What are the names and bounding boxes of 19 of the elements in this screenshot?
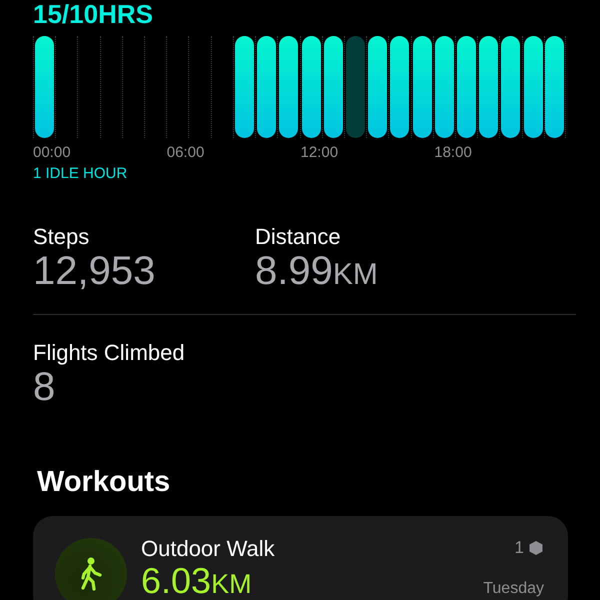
workout-card[interactable]: Outdoor Walk 6.03KM 1 Tuesday — [33, 516, 568, 600]
workout-name: Outdoor Walk — [141, 536, 276, 562]
time-label: 12:00 — [300, 144, 340, 161]
metric-label: Steps — [33, 224, 90, 250]
metric-label: Flights Climbed — [33, 340, 186, 366]
time-label: 06:00 — [166, 144, 206, 161]
metric-value: 8 — [33, 366, 56, 408]
section-title: Workouts — [37, 465, 172, 499]
metric-label: Distance — [255, 224, 342, 250]
workout-count: 1 — [514, 538, 524, 558]
time-label: 00:00 — [33, 144, 72, 161]
hexagon-icon — [528, 540, 544, 556]
workout-day: Tuesday — [483, 580, 544, 598]
idle-note: 1 IDLE HOUR — [33, 165, 128, 182]
metric-value: 8.99KM — [255, 250, 379, 295]
metric-value: 12,953 — [33, 250, 156, 292]
time-label: 18:00 — [434, 144, 473, 161]
workout-distance: 6.03KM — [141, 562, 253, 600]
stand-hours: 15/10HRS — [33, 0, 154, 28]
